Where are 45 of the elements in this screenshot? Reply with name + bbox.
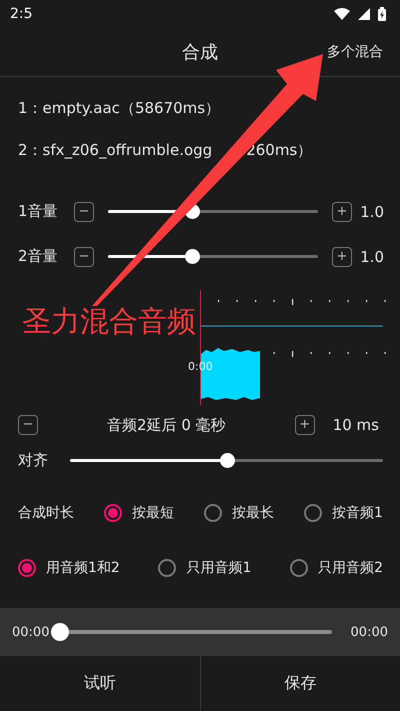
increase-button[interactable]: + — [294, 415, 315, 435]
action-button[interactable]: 保存 — [200, 656, 400, 711]
duration-label: 合成时长 — [18, 504, 74, 522]
delay-step: 10 ms — [332, 416, 379, 434]
time-label: 0:00 — [188, 360, 213, 373]
slider-thumb[interactable] — [185, 249, 200, 264]
slider-thumb[interactable] — [220, 452, 234, 468]
annotation-label: 圣力混合音频 — [22, 303, 196, 339]
radio-button[interactable] — [304, 504, 322, 522]
radio-button[interactable] — [290, 558, 308, 576]
decrease-button[interactable]: − — [18, 415, 38, 435]
radio-label[interactable]: 只用音频2 — [318, 558, 383, 576]
file-duration: （58670ms） — [120, 98, 220, 118]
increase-button[interactable]: + — [332, 202, 352, 222]
slider-thumb[interactable] — [51, 623, 70, 641]
decrease-button[interactable]: − — [74, 202, 94, 222]
radio-label[interactable]: 按最长 — [232, 504, 274, 522]
align-label: 对齐 — [18, 450, 49, 470]
radio-label[interactable]: 只用音频1 — [186, 558, 252, 576]
volume-label: 2音量 — [18, 247, 59, 266]
multi-mix-button[interactable]: 多个混合 — [327, 43, 383, 61]
volume-label: 1音量 — [18, 202, 59, 221]
file-name: 1：empty.aac — [18, 98, 120, 118]
decrease-button[interactable]: − — [74, 246, 94, 266]
action-button[interactable]: 试听 — [0, 656, 200, 711]
radio-button[interactable] — [104, 504, 122, 522]
radio-button[interactable] — [204, 504, 222, 522]
radio-label[interactable]: 用音频1和2 — [46, 558, 120, 576]
total-time: 00:00 — [350, 624, 388, 640]
screen-title: 合成 — [182, 41, 218, 64]
radio-button[interactable] — [18, 558, 36, 576]
increase-button[interactable]: + — [332, 246, 352, 266]
radio-button[interactable] — [158, 558, 176, 576]
delay-text: 音频2延后 0 毫秒 — [106, 416, 227, 434]
radio-label[interactable]: 按最短 — [132, 504, 174, 522]
volume-value: 1.0 — [359, 202, 384, 220]
radio-label[interactable]: 按音频1 — [332, 504, 383, 522]
signal-icon — [358, 8, 370, 20]
current-time: 00:00 — [12, 624, 50, 640]
file-name: 2：sfx_z06_offrumble.ogg — [18, 140, 212, 160]
wifi-icon — [334, 8, 350, 20]
volume-value: 1.0 — [359, 248, 384, 266]
status-time: 2:5 — [10, 6, 33, 22]
file-duration: 260ms） — [246, 140, 312, 160]
battery-icon — [378, 7, 386, 21]
